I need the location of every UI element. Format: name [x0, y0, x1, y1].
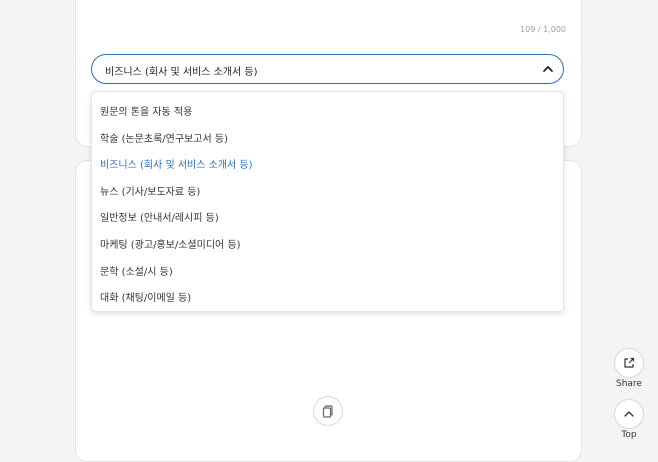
share-label: Share [616, 379, 642, 389]
scroll-top-button[interactable] [614, 399, 644, 429]
copy-button[interactable] [313, 396, 343, 426]
share-button[interactable] [614, 348, 644, 378]
char-count: 109 / 1,000 [520, 25, 566, 34]
tone-option-literature[interactable]: 문학 (소설/시 등) [100, 263, 173, 278]
tone-option-marketing[interactable]: 마케팅 (광고/홍보/소셜미디어 등) [100, 236, 241, 251]
tone-select-value: 비즈니스 (회사 및 서비스 소개서 등) [105, 67, 258, 78]
tone-option-news[interactable]: 뉴스 (기사/보도자료 등) [100, 183, 200, 198]
tone-option-conversation[interactable]: 대화 (채팅/이메일 등) [100, 289, 191, 304]
tone-option-business[interactable]: 비즈니스 (회사 및 서비스 소개서 등) [100, 156, 253, 171]
chevron-up-icon [624, 411, 634, 417]
scroll-top-label: Top [621, 430, 637, 440]
copy-icon [322, 405, 333, 418]
tone-option-academic[interactable]: 학술 (논문초록/연구보고서 등) [100, 130, 228, 145]
tone-select[interactable]: 비즈니스 (회사 및 서비스 소개서 등) [91, 54, 564, 84]
tone-option-general[interactable]: 일반정보 (안내서/레시피 등) [100, 209, 219, 224]
tone-dropdown-menu: 원문의 톤을 자동 적용 학술 (논문초록/연구보고서 등) 비즈니스 (회사 … [91, 91, 564, 312]
tone-option-auto[interactable]: 원문의 톤을 자동 적용 [100, 103, 192, 118]
chevron-up-icon [543, 66, 553, 72]
share-icon [624, 357, 635, 368]
